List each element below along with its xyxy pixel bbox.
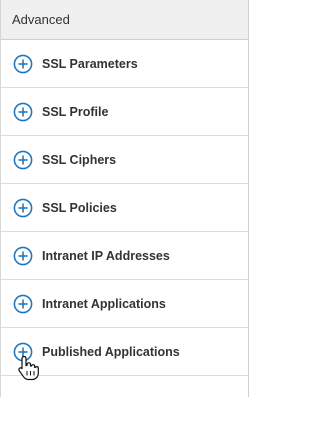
- list-item-ssl-ciphers[interactable]: SSL Ciphers: [1, 136, 248, 184]
- plus-circle-icon[interactable]: [13, 342, 33, 362]
- plus-circle-icon[interactable]: [13, 54, 33, 74]
- panel-header[interactable]: Advanced: [1, 0, 248, 40]
- item-label: Intranet IP Addresses: [42, 248, 170, 263]
- plus-circle-icon[interactable]: [13, 246, 33, 266]
- list-item-intranet-ip-addresses[interactable]: Intranet IP Addresses: [1, 232, 248, 280]
- item-label: SSL Parameters: [42, 56, 138, 71]
- item-label: SSL Policies: [42, 200, 117, 215]
- list-item-ssl-profile[interactable]: SSL Profile: [1, 88, 248, 136]
- item-label: Published Applications: [42, 344, 180, 359]
- item-label: SSL Profile: [42, 104, 109, 119]
- advanced-items-list: SSL Parameters SSL Profile SSL Ciphers S…: [1, 40, 248, 424]
- panel-title: Advanced: [12, 12, 70, 27]
- list-item-ssl-policies[interactable]: SSL Policies: [1, 184, 248, 232]
- plus-circle-icon[interactable]: [13, 294, 33, 314]
- item-label: SSL Ciphers: [42, 152, 117, 167]
- plus-circle-icon[interactable]: [13, 198, 33, 218]
- plus-circle-icon[interactable]: [13, 150, 33, 170]
- list-item-partial[interactable]: [1, 376, 248, 424]
- item-label: Intranet Applications: [42, 296, 166, 311]
- list-item-intranet-applications[interactable]: Intranet Applications: [1, 280, 248, 328]
- advanced-panel: Advanced SSL Parameters SSL Profile SSL …: [0, 0, 249, 397]
- list-item-ssl-parameters[interactable]: SSL Parameters: [1, 40, 248, 88]
- list-item-published-applications[interactable]: Published Applications: [1, 328, 248, 376]
- plus-circle-icon[interactable]: [13, 102, 33, 122]
